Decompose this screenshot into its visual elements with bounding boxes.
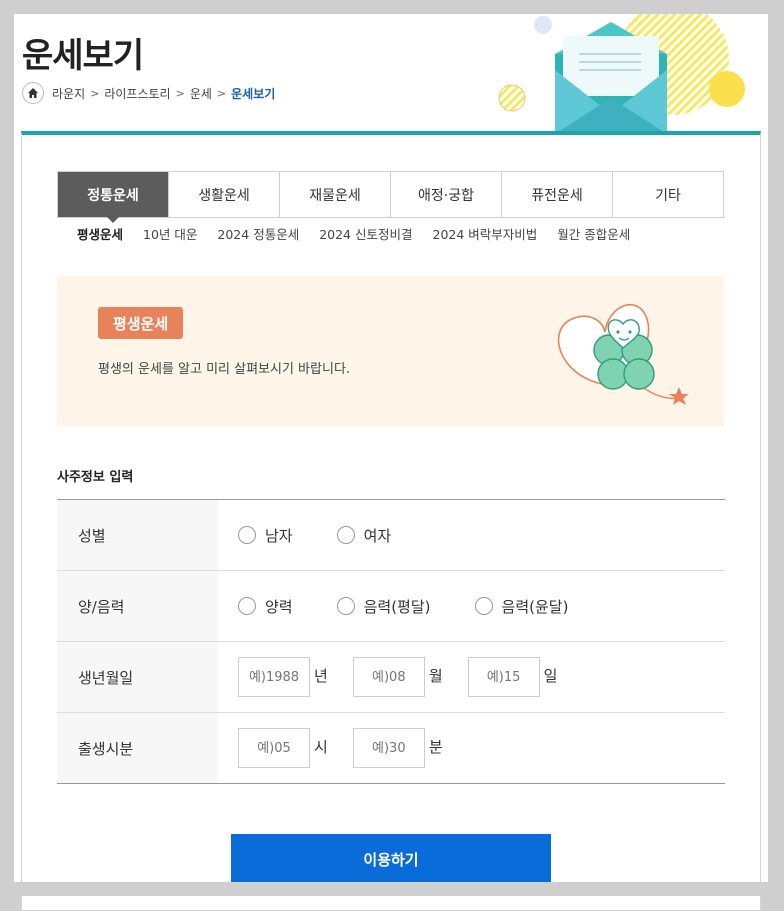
calendar-solar-radio[interactable]: 양력 <box>238 596 293 617</box>
tab-love[interactable]: 애정·궁합 <box>390 172 501 217</box>
subtab-10year[interactable]: 10년 대운 <box>143 224 197 243</box>
tab-etc[interactable]: 기타 <box>612 172 723 217</box>
home-icon <box>28 88 38 98</box>
year-unit: 년 <box>314 666 328 685</box>
section-title: 사주정보 입력 <box>57 470 134 485</box>
intro-panel: 평생운세 평생의 운세를 알고 미리 살펴보시기 바랍니다. <box>57 276 724 426</box>
breadcrumb-item-lounge[interactable]: 라운지 <box>52 85 85 102</box>
subtab-monthly[interactable]: 월간 종합운세 <box>557 224 630 243</box>
subtab-2024-rich[interactable]: 2024 벼락부자비법 <box>433 224 538 243</box>
breadcrumb-item-lifestory[interactable]: 라이프스토리 <box>104 85 170 102</box>
birth-day-input[interactable] <box>467 657 540 697</box>
envelope-illustration <box>498 14 745 134</box>
tab-wealth[interactable]: 재물운세 <box>279 172 390 217</box>
radio-circle-icon[interactable] <box>238 597 256 615</box>
radio-circle-icon[interactable] <box>336 526 355 544</box>
gender-female-radio[interactable]: 여자 <box>336 525 391 546</box>
birth-hour-input[interactable] <box>238 728 310 768</box>
bottom-edge <box>0 882 784 896</box>
chevron-right-icon: > <box>175 86 185 100</box>
birth-minute-input[interactable] <box>352 728 425 768</box>
day-unit: 일 <box>543 666 558 685</box>
breadcrumb: 라운지 > 라이프스토리 > 운세 > 운세보기 <box>22 82 275 104</box>
radio-circle-icon[interactable] <box>336 597 355 615</box>
tab-fusion[interactable]: 퓨전운세 <box>501 172 612 217</box>
gender-label: 성별 <box>57 500 218 570</box>
gender-male-radio[interactable]: 남자 <box>238 525 293 546</box>
radio-circle-icon[interactable] <box>474 597 493 615</box>
calendar-lunar-regular-radio[interactable]: 음력(평달) <box>336 596 431 617</box>
birthtime-label: 출생시분 <box>57 713 218 783</box>
calendar-row: 양/음력 양력 음력(평달) 음력(윤달) <box>57 571 725 642</box>
chevron-right-icon: > <box>90 86 100 100</box>
saju-form: 성별 남자 여자 양/음력 양력 음력(평달) 음력(윤달) 생년월일 예)19… <box>57 499 725 784</box>
breadcrumb-item-fortune[interactable]: 운세 <box>190 85 212 102</box>
subtab-2024-tojeong[interactable]: 2024 신토정비결 <box>319 224 412 243</box>
page-title: 운세보기 <box>22 36 144 76</box>
breadcrumb-current: 운세보기 <box>231 86 276 101</box>
birth-month-input[interactable] <box>352 657 425 697</box>
intro-badge: 평생운세 <box>98 307 184 339</box>
birthtime-row: 출생시분 시 분 <box>57 713 725 784</box>
month-unit: 월 <box>428 666 443 685</box>
chevron-right-icon: > <box>216 86 227 100</box>
submit-button[interactable]: 이용하기 <box>231 834 551 884</box>
tab-traditional[interactable]: 정통운세 <box>58 172 168 223</box>
calendar-label: 양/음력 <box>57 571 218 641</box>
birthdate-label: 생년월일 <box>57 642 218 712</box>
subtabs: 평생운세 10년 대운 2024 정통운세 2024 신토정비결 2024 벼락… <box>77 224 630 243</box>
birthdate-row: 생년월일 년 월 일 <box>57 642 725 713</box>
gender-row: 성별 남자 여자 <box>57 500 725 571</box>
birth-year-input[interactable] <box>238 657 310 697</box>
home-button[interactable] <box>22 82 44 104</box>
radio-circle-icon[interactable] <box>238 526 256 544</box>
tab-life[interactable]: 생활운세 <box>168 172 279 217</box>
intro-description: 평생의 운세를 알고 미리 살펴보시기 바랍니다. <box>98 362 351 377</box>
hour-unit: 시 <box>314 737 328 756</box>
subtab-2024-traditional[interactable]: 2024 정통운세 <box>217 224 299 243</box>
category-tabs: 정통운세 생활운세 재물운세 애정·궁합 퓨전운세 기타 <box>57 171 724 223</box>
clover-heart-icon <box>557 303 689 405</box>
subtab-lifetime[interactable]: 평생운세 <box>77 224 123 243</box>
calendar-lunar-leap-radio[interactable]: 음력(윤달) <box>474 596 568 617</box>
minute-unit: 분 <box>428 737 443 756</box>
